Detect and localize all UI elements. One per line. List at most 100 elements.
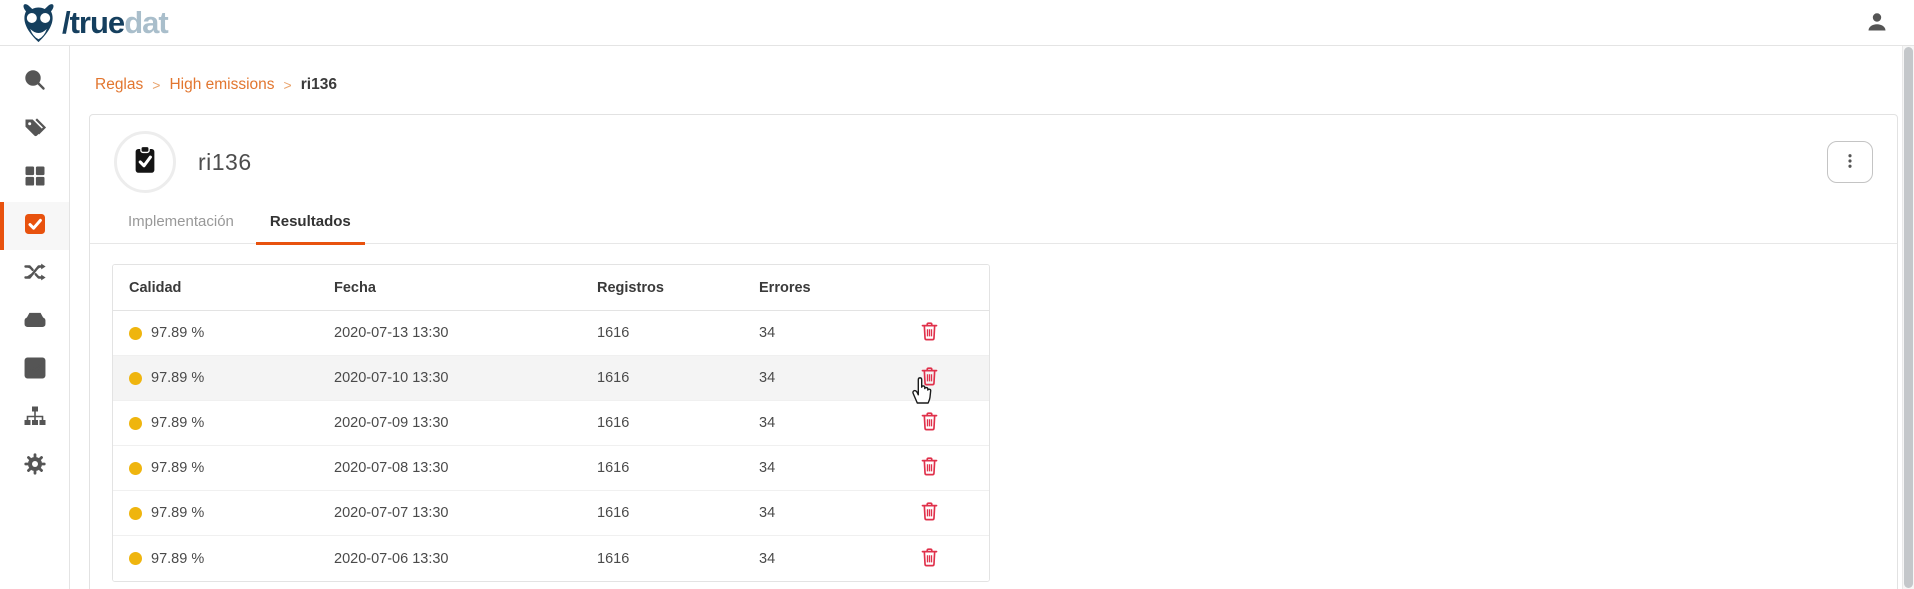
- quality-value: 97.89 %: [151, 551, 204, 567]
- delete-result-button[interactable]: [917, 501, 941, 525]
- delete-result-button[interactable]: [917, 321, 941, 345]
- main-content: Reglas > High emissions > ri136 ri136: [70, 46, 1914, 589]
- quality-dot-icon: [129, 552, 142, 565]
- breadcrumb-separator-icon: >: [152, 77, 160, 93]
- errors-value: 34: [759, 325, 869, 341]
- records-value: 1616: [597, 551, 759, 567]
- trash-icon: [919, 375, 940, 390]
- breadcrumb: Reglas > High emissions > ri136: [95, 76, 1898, 94]
- table-row: 97.89 % 2020-07-13 13:30 1616 34: [113, 311, 989, 356]
- more-options-button[interactable]: [1827, 141, 1873, 183]
- drawer-icon: [23, 308, 47, 337]
- sidebar: [0, 46, 70, 589]
- quality-dot-icon: [129, 507, 142, 520]
- quality-value: 97.89 %: [151, 325, 204, 341]
- tabs-bar: Implementación Resultados: [90, 193, 1897, 244]
- trash-icon: [919, 420, 940, 435]
- delete-result-button[interactable]: [917, 366, 941, 390]
- sidebar-item-tags[interactable]: [0, 106, 69, 154]
- user-icon[interactable]: [1864, 10, 1890, 36]
- quality-dot-icon: [129, 327, 142, 340]
- results-table-header: Calidad Fecha Registros Errores: [113, 265, 989, 311]
- trash-icon: [919, 465, 940, 480]
- trash-icon: [919, 330, 940, 345]
- grid-icon: [23, 164, 47, 193]
- table-row: 97.89 % 2020-07-06 13:30 1616 34: [113, 536, 989, 581]
- gear-icon: [23, 452, 47, 481]
- quality-value: 97.89 %: [151, 460, 204, 476]
- clipboard-check-icon: [130, 145, 160, 180]
- quality-value: 97.89 %: [151, 370, 204, 386]
- trash-icon: [919, 556, 940, 571]
- sidebar-item-structures[interactable]: [0, 394, 69, 442]
- date-value: 2020-07-10 13:30: [334, 370, 597, 386]
- breadcrumb-link-high-emissions[interactable]: High emissions: [169, 76, 274, 94]
- column-header-fecha: Fecha: [334, 280, 597, 296]
- logo-text-light: dat: [124, 5, 168, 40]
- records-value: 1616: [597, 370, 759, 386]
- shuffle-icon: [23, 260, 47, 289]
- rule-avatar: [114, 131, 176, 193]
- logo-text-dark: /true: [62, 5, 124, 40]
- column-header-errores: Errores: [759, 280, 869, 296]
- table-row-hovered: 97.89 % 2020-07-10 13:30 1616 34: [113, 356, 989, 401]
- trash-icon: [919, 510, 940, 525]
- sitemap-icon: [23, 404, 47, 433]
- delete-result-button[interactable]: [917, 547, 941, 571]
- table-row: 97.89 % 2020-07-09 13:30 1616 34: [113, 401, 989, 446]
- records-value: 1616: [597, 325, 759, 341]
- rule-card: ri136 Implementación Resultados Calidad …: [89, 114, 1898, 589]
- sidebar-item-dashboards[interactable]: [0, 346, 69, 394]
- rule-card-header: ri136: [90, 115, 1897, 193]
- kebab-menu-icon: [1841, 152, 1859, 173]
- quality-dot-icon: [129, 462, 142, 475]
- sidebar-item-search[interactable]: [0, 58, 69, 106]
- date-value: 2020-07-07 13:30: [334, 505, 597, 521]
- breadcrumb-link-reglas[interactable]: Reglas: [95, 76, 143, 94]
- quality-dot-icon: [129, 417, 142, 430]
- sidebar-item-grid[interactable]: [0, 154, 69, 202]
- breadcrumb-current: ri136: [301, 76, 337, 94]
- search-icon: [23, 68, 47, 97]
- tab-resultados[interactable]: Resultados: [256, 213, 365, 243]
- column-header-registros: Registros: [597, 280, 759, 296]
- errors-value: 34: [759, 505, 869, 521]
- scrollbar-thumb[interactable]: [1904, 47, 1913, 588]
- chart-line-icon: [23, 356, 47, 385]
- breadcrumb-separator-icon: >: [284, 77, 292, 93]
- errors-value: 34: [759, 370, 869, 386]
- table-row: 97.89 % 2020-07-08 13:30 1616 34: [113, 446, 989, 491]
- errors-value: 34: [759, 460, 869, 476]
- records-value: 1616: [597, 505, 759, 521]
- records-value: 1616: [597, 415, 759, 431]
- page-title: ri136: [198, 149, 252, 176]
- logo-text: /truedat: [62, 7, 168, 38]
- sidebar-item-settings[interactable]: [0, 442, 69, 490]
- errors-value: 34: [759, 551, 869, 567]
- date-value: 2020-07-13 13:30: [334, 325, 597, 341]
- tags-icon: [23, 116, 47, 145]
- sidebar-item-quality-rules[interactable]: [0, 202, 69, 250]
- sidebar-item-lineage[interactable]: [0, 250, 69, 298]
- date-value: 2020-07-06 13:30: [334, 551, 597, 567]
- check-square-icon: [23, 212, 47, 241]
- date-value: 2020-07-08 13:30: [334, 460, 597, 476]
- table-row: 97.89 % 2020-07-07 13:30 1616 34: [113, 491, 989, 536]
- quality-value: 97.89 %: [151, 415, 204, 431]
- delete-result-button[interactable]: [917, 456, 941, 480]
- delete-result-button[interactable]: [917, 411, 941, 435]
- truedat-logo[interactable]: /truedat: [20, 3, 168, 43]
- date-value: 2020-07-09 13:30: [334, 415, 597, 431]
- quality-dot-icon: [129, 372, 142, 385]
- records-value: 1616: [597, 460, 759, 476]
- results-table: Calidad Fecha Registros Errores 97.89 % …: [112, 264, 990, 582]
- owl-logo-icon: [20, 3, 57, 43]
- app-shell: Reglas > High emissions > ri136 ri136: [0, 46, 1914, 589]
- sidebar-item-data-sources[interactable]: [0, 298, 69, 346]
- column-header-calidad: Calidad: [113, 280, 334, 296]
- quality-value: 97.89 %: [151, 505, 204, 521]
- tab-implementacion[interactable]: Implementación: [114, 213, 248, 243]
- top-header: /truedat: [0, 0, 1914, 46]
- vertical-scrollbar[interactable]: [1902, 46, 1914, 589]
- errors-value: 34: [759, 415, 869, 431]
